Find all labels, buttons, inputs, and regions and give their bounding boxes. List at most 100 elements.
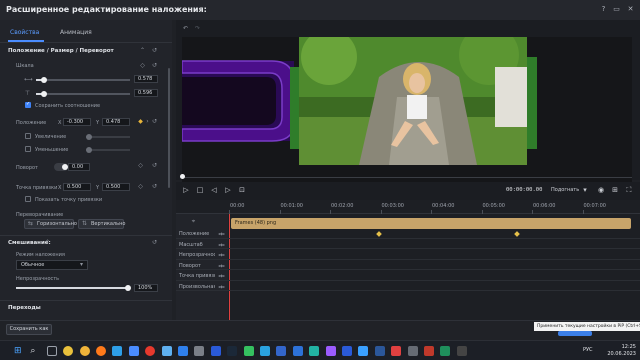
- premiere-icon[interactable]: [325, 346, 336, 356]
- track-row[interactable]: Поворот ◂◆▸: [176, 261, 640, 270]
- show-anchor-checkbox[interactable]: [25, 196, 31, 202]
- keyframe-nav-icon[interactable]: ◂◆▸: [218, 284, 225, 289]
- panel-scrollbar[interactable]: [168, 68, 170, 188]
- language-indicator[interactable]: РУС: [583, 347, 593, 353]
- keyframe-nav-icon[interactable]: ◂◆▸: [218, 263, 225, 268]
- opacity-knob[interactable]: [125, 285, 131, 291]
- reset-icon[interactable]: ↺: [151, 183, 158, 190]
- reset-icon[interactable]: ↺: [151, 62, 158, 69]
- app-icon[interactable]: [407, 346, 418, 356]
- search-icon[interactable]: ⌕: [30, 346, 40, 356]
- telegram-icon[interactable]: [260, 346, 270, 356]
- keyframe-nav-icon[interactable]: ◂◆▸: [218, 252, 225, 257]
- clock-date[interactable]: 20.06.2023: [602, 351, 636, 357]
- increase-knob[interactable]: [86, 134, 92, 140]
- calculator-icon[interactable]: [194, 346, 205, 356]
- taskview-icon[interactable]: [46, 346, 57, 356]
- chrome-icon[interactable]: [63, 346, 74, 356]
- position-x-input[interactable]: -0.300: [63, 118, 91, 126]
- chrome-icon[interactable]: [79, 346, 90, 356]
- timeline-ruler[interactable]: 00:00 00:01:00 00:02:00 00:03:00 00:04:00 00:…: [176, 200, 640, 214]
- scale-height-slider[interactable]: [36, 93, 130, 95]
- reset-icon[interactable]: ↺: [151, 118, 158, 125]
- collapse-icon[interactable]: ⌃: [44, 239, 51, 246]
- preview-canvas[interactable]: [182, 37, 632, 184]
- gallery-icon[interactable]: [161, 346, 172, 356]
- minimize-icon[interactable]: ▭: [612, 5, 621, 14]
- scale-height-knob[interactable]: [41, 91, 47, 97]
- overlay-clip[interactable]: Frames (48) png: [231, 218, 631, 229]
- save-as-button[interactable]: Сохранить как: [6, 324, 52, 335]
- scale-width-slider[interactable]: [36, 79, 130, 81]
- scale-height-input[interactable]: 0.596: [134, 89, 158, 97]
- keyframe-diamond-icon[interactable]: ◇: [137, 162, 144, 169]
- app-icon[interactable]: [391, 346, 402, 356]
- reset-icon[interactable]: ↺: [151, 162, 158, 169]
- track-row[interactable]: Непрозрачность...◂◆▸: [176, 250, 640, 260]
- windows-icon[interactable]: ⊞: [14, 346, 24, 356]
- tab-properties[interactable]: Свойства: [10, 27, 39, 39]
- keyframe-diamond-icon[interactable]: ◇: [139, 62, 146, 69]
- steam-icon[interactable]: [227, 346, 238, 356]
- stop-icon[interactable]: □: [196, 186, 204, 194]
- edge-icon[interactable]: [112, 346, 123, 356]
- mail-icon[interactable]: [128, 346, 139, 356]
- help-icon[interactable]: ?: [599, 5, 608, 14]
- keep-ratio-checkbox[interactable]: [25, 101, 31, 108]
- next-frame-icon[interactable]: ▷: [224, 186, 232, 194]
- position-y-input[interactable]: 0.478: [102, 118, 130, 126]
- decrease-knob[interactable]: [86, 147, 92, 153]
- fullscreen-preview-icon[interactable]: ⊡: [238, 186, 246, 194]
- track-row[interactable]: Положение ◂◆▸: [176, 229, 640, 239]
- whatsapp-icon[interactable]: [243, 346, 254, 356]
- clock-time[interactable]: 12:25: [602, 344, 636, 350]
- increase-slider[interactable]: [86, 136, 130, 138]
- word-icon[interactable]: [374, 346, 385, 356]
- keyframe-nav-icon[interactable]: ◂◆▸: [218, 242, 225, 247]
- anchor-y-input[interactable]: 0.500: [102, 183, 130, 191]
- browser-icon[interactable]: [358, 346, 369, 356]
- fullscreen-icon[interactable]: ⛶: [625, 186, 633, 194]
- yandex-icon[interactable]: [145, 346, 156, 356]
- filmora-icon[interactable]: [309, 346, 320, 356]
- eye-icon[interactable]: ◉: [597, 186, 605, 194]
- apply-button[interactable]: [558, 331, 592, 336]
- preview-progress-knob[interactable]: [180, 174, 185, 179]
- track-row[interactable]: Точка привязк...◂◆▸: [176, 271, 640, 281]
- mail-icon[interactable]: [292, 346, 303, 356]
- security-icon[interactable]: [276, 346, 287, 356]
- rotation-input[interactable]: 0.00: [68, 163, 90, 171]
- scale-width-knob[interactable]: [41, 77, 47, 83]
- decrease-slider[interactable]: [86, 149, 130, 151]
- track-row[interactable]: Масштаб ◂◆▸: [176, 240, 640, 249]
- increase-checkbox[interactable]: [25, 133, 31, 139]
- preview-progress-track[interactable]: [182, 177, 632, 178]
- keyframe-diamond-icon[interactable]: ◇: [137, 183, 144, 190]
- scale-width-input[interactable]: 0.578: [134, 75, 158, 83]
- app-icon[interactable]: [424, 346, 434, 356]
- photoshop-icon[interactable]: [342, 346, 352, 356]
- undo-icon[interactable]: ↶: [182, 25, 189, 32]
- app-icon[interactable]: [456, 346, 467, 356]
- snapshot-icon[interactable]: ⊞: [611, 186, 619, 194]
- reset-icon[interactable]: ↺: [151, 239, 158, 246]
- opacity-input[interactable]: 100%: [134, 284, 158, 292]
- app-icon[interactable]: [440, 346, 451, 356]
- keyframe-diamond-icon[interactable]: ◆: [137, 118, 144, 125]
- magnet-icon[interactable]: ⌖: [190, 218, 197, 225]
- decrease-checkbox[interactable]: [25, 146, 31, 152]
- collapse-icon[interactable]: ⌃: [139, 47, 146, 54]
- firefox-icon[interactable]: [96, 346, 106, 356]
- reset-icon[interactable]: ↺: [151, 47, 158, 54]
- tab-animation[interactable]: Анимация: [60, 27, 92, 39]
- prev-frame-icon[interactable]: ◁: [210, 186, 218, 194]
- keyframe-nav-icon[interactable]: ◂◆▸: [218, 273, 225, 278]
- close-icon[interactable]: ✕: [626, 5, 635, 14]
- redo-icon[interactable]: ↷: [194, 25, 201, 32]
- next-keyframe-icon[interactable]: ›: [144, 118, 151, 125]
- photos-icon[interactable]: [178, 346, 188, 356]
- track-row[interactable]: Произвольная...◂◆▸: [176, 282, 640, 291]
- play-icon[interactable]: ▷: [182, 186, 190, 194]
- photoshop-icon[interactable]: [210, 346, 221, 356]
- keyframe-nav-icon[interactable]: ◂◆▸: [218, 231, 225, 236]
